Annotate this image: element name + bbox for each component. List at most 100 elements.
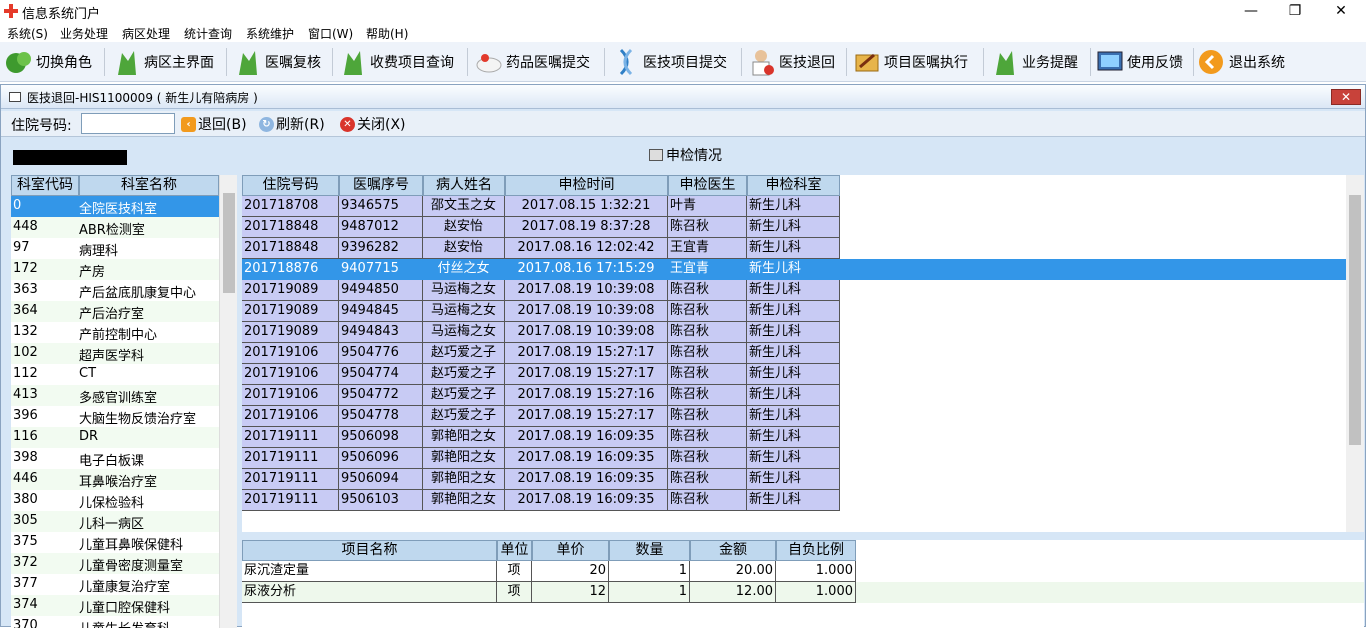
request-doctor-cell: 王宜青 xyxy=(668,259,747,280)
inner-close-button[interactable]: ✕ xyxy=(1331,89,1361,105)
scrollbar-thumb[interactable] xyxy=(1349,195,1361,445)
minimize-button[interactable]: — xyxy=(1228,0,1274,22)
order-row[interactable]: 201718848 9396282 赵安怡 2017.08.16 12:02:42 王宜… xyxy=(242,238,1346,259)
dept-name-header[interactable]: 科室名称 xyxy=(79,175,219,196)
department-row[interactable]: 172 产房 xyxy=(11,259,219,280)
department-row[interactable]: 370儿童生长发育科 xyxy=(11,616,219,628)
order-number-header[interactable]: 医嘱序号 xyxy=(339,175,423,196)
request-dept-header[interactable]: 申检科室 xyxy=(747,175,840,196)
order-row[interactable]: 201719111 9506103 郭艳阳之女 2017.08.19 16:09:35… xyxy=(242,490,1346,511)
order-row[interactable]: 201719106 9504776 赵巧爱之子 2017.08.19 15:27:17… xyxy=(242,343,1346,364)
order-scrollbar[interactable] xyxy=(1346,175,1364,532)
fee-query-label: 收费项目查询 xyxy=(370,55,454,71)
close-window-button[interactable]: ✕ 关闭(X) xyxy=(340,114,406,134)
ward-home-button[interactable]: 病区主界面 xyxy=(112,44,214,80)
department-row[interactable]: 377 儿童康复治疗室 xyxy=(11,574,219,595)
menu-business[interactable]: 业务处理 xyxy=(60,25,108,42)
order-row[interactable]: 201719089 9494843 马运梅之女 2017.08.19 10:39:08… xyxy=(242,322,1346,343)
medtech-submit-button[interactable]: 医技项目提交 xyxy=(611,44,727,80)
department-row[interactable]: 374 儿童口腔保健科 xyxy=(11,595,219,616)
unit-header[interactable]: 单位 xyxy=(497,540,532,561)
menu-help[interactable]: 帮助(H) xyxy=(366,25,408,42)
order-grid[interactable]: 住院号码 医嘱序号 病人姓名 申检时间 申检医生 申检科室 201718708 934657… xyxy=(242,175,1364,532)
dept-code-cell: 364 xyxy=(13,303,38,318)
return-button[interactable]: ‹ 退回(B) xyxy=(181,114,247,134)
drug-order-button[interactable]: 药品医嘱提交 xyxy=(474,44,590,80)
department-row[interactable]: 448 ABR检测室 xyxy=(11,217,219,238)
admission-number-cell: 201719089 xyxy=(242,322,339,343)
order-number-cell: 9506098 xyxy=(339,427,423,448)
self-pay-ratio-header[interactable]: 自负比例 xyxy=(776,540,856,561)
department-row[interactable]: 398 电子白板课 xyxy=(11,448,219,469)
department-row[interactable]: 0 全院医技科室 xyxy=(11,196,219,217)
department-grid[interactable]: 科室代码 科室名称 0 全院医技科室 448 ABR检测室 97 病理科 172 产房 363 产… xyxy=(11,175,237,628)
refresh-button[interactable]: ↻ 刷新(R) xyxy=(259,114,325,134)
order-row[interactable]: 201718848 9487012 赵安怡 2017.08.19 8:37:28 陈召秋… xyxy=(242,217,1346,238)
maximize-button[interactable]: ❐ xyxy=(1272,0,1318,22)
patient-name-header[interactable]: 病人姓名 xyxy=(423,175,505,196)
reminder-button[interactable]: 业务提醒 xyxy=(990,44,1078,80)
order-row[interactable]: 201719111 9506094 郭艳阳之女 2017.08.19 16:09:35… xyxy=(242,469,1346,490)
fee-query-button[interactable]: 收费项目查询 xyxy=(338,44,454,80)
department-row[interactable]: 112 CT xyxy=(11,364,219,385)
menu-system[interactable]: 系统(S) xyxy=(7,25,48,42)
order-row[interactable]: 201718876 9407715 付丝之女 2017.08.16 17:15:29 王… xyxy=(242,259,1346,280)
dept-name-cell: 儿童口腔保健科 xyxy=(79,601,171,616)
request-time-header[interactable]: 申检时间 xyxy=(505,175,668,196)
menu-statistics[interactable]: 统计查询 xyxy=(184,25,232,42)
department-row[interactable]: 364 产后治疗室 xyxy=(11,301,219,322)
amount-header[interactable]: 金额 xyxy=(690,540,776,561)
quantity-header[interactable]: 数量 xyxy=(609,540,690,561)
order-review-button[interactable]: 医嘱复核 xyxy=(233,44,321,80)
item-row[interactable]: 尿液分析项 12 1 12.00 1.000 xyxy=(242,582,1364,603)
scrollbar-thumb[interactable] xyxy=(223,193,235,293)
menu-maintenance[interactable]: 系统维护 xyxy=(246,25,294,42)
menu-window[interactable]: 窗口(W) xyxy=(308,25,353,42)
feedback-button[interactable]: 使用反馈 xyxy=(1095,44,1183,80)
department-scrollbar[interactable] xyxy=(219,175,237,628)
order-row[interactable]: 201719089 9494845 马运梅之女 2017.08.19 10:39:08… xyxy=(242,301,1346,322)
switch-role-button[interactable]: 切换角色 xyxy=(4,44,92,80)
order-row[interactable]: 201719111 9506096 郭艳阳之女 2017.08.19 16:09:35… xyxy=(242,448,1346,469)
department-row[interactable]: 132 产前控制中心 xyxy=(11,322,219,343)
department-row[interactable]: 305 儿科一病区 xyxy=(11,511,219,532)
department-row[interactable]: 363 产后盆底肌康复中心 xyxy=(11,280,219,301)
item-name-header[interactable]: 项目名称 xyxy=(242,540,497,561)
medtech-return-button[interactable]: 医技退回 xyxy=(747,44,835,80)
order-number-cell: 9487012 xyxy=(339,217,423,238)
order-execute-button[interactable]: 项目医嘱执行 xyxy=(852,44,968,80)
dept-name-cell: 产房 xyxy=(79,265,106,280)
admission-number-input[interactable] xyxy=(81,113,175,134)
order-row[interactable]: 201719106 9504774 赵巧爱之子 2017.08.19 15:27:17… xyxy=(242,364,1346,385)
request-doctor-cell: 陈召秋 xyxy=(668,406,747,427)
request-doctor-header[interactable]: 申检医生 xyxy=(668,175,747,196)
order-row[interactable]: 201718708 9346575 邵文玉之女 2017.08.15 1:32:21 叶… xyxy=(242,196,1346,217)
return-icon: ‹ xyxy=(181,116,196,132)
admission-number-header[interactable]: 住院号码 xyxy=(242,175,339,196)
menu-ward[interactable]: 病区处理 xyxy=(122,25,170,42)
department-row[interactable]: 372 儿童骨密度测量室 xyxy=(11,553,219,574)
department-row[interactable]: 380 儿保检验科 xyxy=(11,490,219,511)
request-time-cell: 2017.08.19 16:09:35 xyxy=(505,469,668,490)
department-row[interactable]: 375 儿童耳鼻喉保健科 xyxy=(11,532,219,553)
close-button[interactable]: ✕ xyxy=(1318,0,1364,22)
department-row[interactable]: 102 超声医学科 xyxy=(11,343,219,364)
department-row[interactable]: 97 病理科 xyxy=(11,238,219,259)
department-row[interactable]: 413 多感官训练室 xyxy=(11,385,219,406)
redacted-info-bar xyxy=(13,150,127,165)
exit-button[interactable]: 退出系统 xyxy=(1197,44,1285,80)
order-row[interactable]: 201719106 9504772 赵巧爱之子 2017.08.19 15:27:16… xyxy=(242,385,1346,406)
admission-number-cell: 201719106 xyxy=(242,406,339,427)
dept-code-header[interactable]: 科室代码 xyxy=(11,175,79,196)
unit-price-header[interactable]: 单价 xyxy=(532,540,609,561)
department-row[interactable]: 116 DR xyxy=(11,427,219,448)
item-grid[interactable]: 项目名称 单位 单价 数量 金额 自负比例 尿沉渣定量项 20 1 20.00 1.000 尿液分析… xyxy=(242,540,1364,628)
order-row[interactable]: 201719106 9504778 赵巧爱之子 2017.08.19 15:27:17… xyxy=(242,406,1346,427)
department-row[interactable]: 396 大脑生物反馈治疗室 xyxy=(11,406,219,427)
order-row[interactable]: 201719089 9494850 马运梅之女 2017.08.19 10:39:08… xyxy=(242,280,1346,301)
order-row[interactable]: 201719111 9506098 郭艳阳之女 2017.08.19 16:09:35… xyxy=(242,427,1346,448)
item-row[interactable]: 尿沉渣定量项 20 1 20.00 1.000 xyxy=(242,561,1364,582)
dept-name-cell: 儿童耳鼻喉保健科 xyxy=(79,538,184,553)
department-row[interactable]: 446 耳鼻喉治疗室 xyxy=(11,469,219,490)
request-dept-cell: 新生儿科 xyxy=(747,427,840,448)
